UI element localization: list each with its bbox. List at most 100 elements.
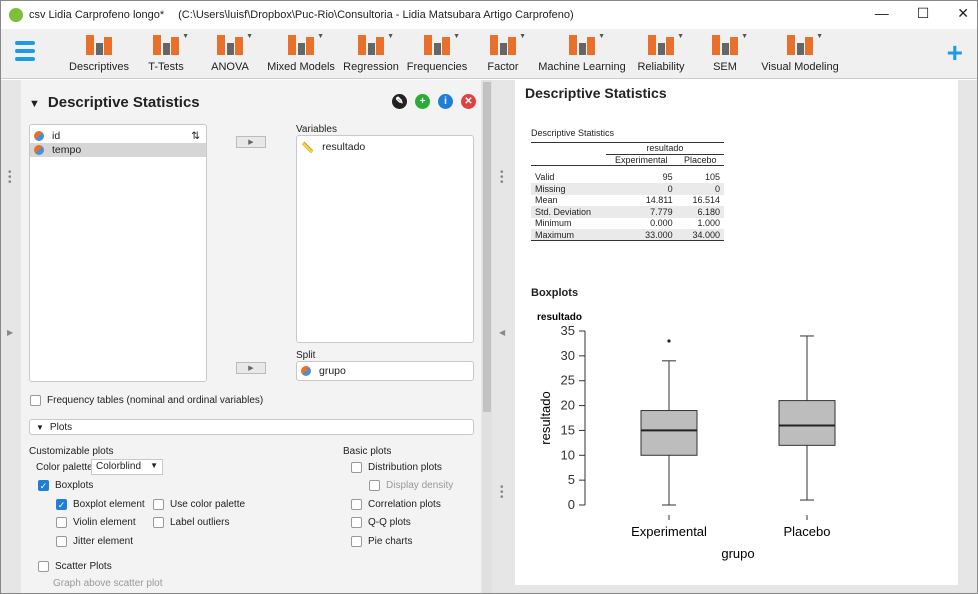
minimize-button[interactable]: —	[875, 5, 889, 22]
table-title: Descriptive Statistics	[531, 128, 615, 138]
variable-label: id	[52, 130, 61, 142]
visual-modeling-icon: ▼	[785, 31, 823, 55]
collapse-arrow-icon[interactable]: ◀	[499, 329, 505, 337]
menu-icon[interactable]	[15, 41, 35, 65]
variable-item-grupo[interactable]: grupo	[297, 362, 473, 380]
options-scrollbar[interactable]	[482, 80, 492, 593]
toolbar-label: Regression	[343, 61, 399, 73]
distribution-plots-checkbox[interactable]: Distribution plots	[351, 462, 442, 473]
scale-variable-icon	[34, 145, 44, 155]
boxplot-element-checkbox[interactable]: ✓ Boxplot element	[56, 499, 145, 510]
close-button[interactable]: ✕	[957, 5, 969, 22]
anova-icon: ▼	[215, 31, 253, 55]
info-icon[interactable]: i	[438, 94, 453, 109]
toolbar-visual-modeling[interactable]: ▼ Visual Modeling	[755, 31, 845, 73]
cell: 33.000	[605, 229, 677, 241]
add-analysis-icon[interactable]: +	[415, 94, 430, 109]
collapse-icon: ▼	[36, 423, 44, 432]
cell: 95	[662, 172, 673, 183]
ruler-icon: 📏	[301, 141, 315, 154]
machine-learning-icon: ▼	[567, 31, 605, 55]
scatter-plots-checkbox[interactable]: Scatter Plots	[38, 561, 112, 572]
collapse-icon[interactable]: ▼	[29, 98, 40, 110]
toolbar-label: Reliability	[637, 61, 685, 73]
cell: 6.180	[676, 206, 724, 218]
window-path: (C:\Users\luisf\Dropbox\Puc-Rio\Consulto…	[178, 9, 574, 21]
cell: 0	[605, 183, 677, 195]
y-tick-label: 20	[561, 398, 575, 413]
table-row: Valid 95 105	[531, 172, 724, 184]
y-tick-label: 25	[561, 373, 575, 388]
variable-label: grupo	[319, 365, 346, 377]
x-axis-label: grupo	[721, 546, 754, 561]
sort-icon[interactable]: ⇅	[191, 130, 200, 142]
table-row: Maximum 33.000 34.000	[531, 229, 724, 241]
toolbar-label: Machine Learning	[538, 61, 626, 73]
cell: 16.514	[692, 195, 720, 206]
descriptives-icon	[84, 31, 114, 55]
regression-icon: ▼	[356, 31, 394, 55]
sem-icon: ▼	[710, 31, 748, 55]
pie-charts-checkbox[interactable]: Pie charts	[351, 536, 412, 547]
box-placebo	[778, 400, 836, 446]
close-analysis-icon[interactable]: ✕	[461, 94, 476, 109]
qq-plots-checkbox[interactable]: Q-Q plots	[351, 517, 411, 528]
drag-handle[interactable]: • • •	[500, 168, 504, 188]
use-color-palette-checkbox[interactable]: Use color palette	[153, 499, 245, 510]
move-to-split-button[interactable]: ▶	[236, 362, 266, 374]
jitter-element-checkbox[interactable]: Jitter element	[56, 536, 133, 547]
add-module-button[interactable]: +	[947, 37, 963, 69]
variable-item-id[interactable]: id ⇅	[30, 129, 206, 143]
toolbar-factor[interactable]: ▼ Factor	[458, 31, 548, 73]
box-experimental	[640, 410, 698, 456]
boxplot-chart: resultado05101520253035resultadoExperime…	[537, 312, 836, 561]
variable-item-tempo[interactable]: tempo	[30, 143, 206, 157]
move-to-variables-button[interactable]: ▶	[236, 136, 266, 148]
scale-variable-icon	[34, 131, 44, 141]
drag-handle[interactable]: • • •	[8, 168, 12, 188]
boxplots-checkbox[interactable]: ✓ Boxplots	[38, 480, 93, 491]
maximize-button[interactable]: ☐	[917, 5, 930, 22]
y-tick-label: 0	[568, 497, 575, 512]
y-tick-label: 30	[561, 348, 575, 363]
correlation-plots-checkbox[interactable]: Correlation plots	[351, 499, 441, 510]
nominal-variable-icon	[301, 366, 311, 376]
plots-section-header[interactable]: ▼ Plots	[29, 419, 474, 435]
descriptives-table: resultado Experimental Placebo Valid 95 105…	[531, 142, 724, 241]
toolbar-machine-learning[interactable]: ▼ Machine Learning	[537, 31, 627, 73]
results-panel: Descriptive Statistics Descriptive Stati…	[515, 80, 958, 585]
color-palette-dropdown[interactable]: Colorblind ▼	[91, 459, 163, 475]
column-header: Placebo	[676, 154, 724, 166]
row-label: Maximum	[531, 229, 606, 241]
variables-list[interactable]: 📏 resultado	[296, 135, 474, 343]
table-row: Minimum 0.000 1.000	[531, 218, 724, 230]
x-tick-label: Experimental	[631, 524, 707, 539]
table-row: Missing 0 0	[531, 183, 724, 195]
source-variables-list[interactable]: id ⇅ tempo	[29, 124, 207, 382]
toolbar-label: T-Tests	[148, 61, 184, 73]
x-tick-label: Placebo	[784, 524, 831, 539]
window-title: csv Lidia Carprofeno longo*	[29, 9, 165, 21]
factor-icon: ▼	[488, 31, 526, 55]
display-density-checkbox[interactable]: Display density	[369, 480, 453, 491]
color-palette-label: Color palette	[36, 462, 93, 473]
frequency-tables-checkbox[interactable]: Frequency tables (nominal and ordinal va…	[30, 395, 263, 406]
drag-handle[interactable]: • • •	[500, 483, 504, 503]
split-list[interactable]: grupo	[296, 361, 474, 381]
label-outliers-checkbox[interactable]: Label outliers	[153, 517, 229, 528]
variable-label: tempo	[52, 144, 82, 156]
frequencies-icon: ▼	[422, 31, 460, 55]
table-row: Mean 14.811 16.514	[531, 195, 724, 207]
column-group-header: resultado	[605, 142, 724, 155]
variables-label: Variables	[296, 124, 337, 135]
y-tick-label: 15	[561, 422, 575, 437]
row-label: Std. Deviation	[531, 206, 606, 218]
chart-title: resultado	[537, 312, 582, 323]
boxplots-title: Boxplots	[531, 287, 579, 299]
violin-element-checkbox[interactable]: Violin element	[56, 517, 136, 528]
analysis-options-panel: ▼ Descriptive Statistics ✎ + i ✕ id ⇅ temp…	[21, 80, 481, 593]
edit-title-icon[interactable]: ✎	[392, 94, 407, 109]
variable-item-resultado[interactable]: 📏 resultado	[297, 140, 473, 154]
table-row: Std. Deviation 7.779 6.180	[531, 206, 724, 218]
expand-arrow-icon[interactable]: ▶	[7, 329, 13, 337]
